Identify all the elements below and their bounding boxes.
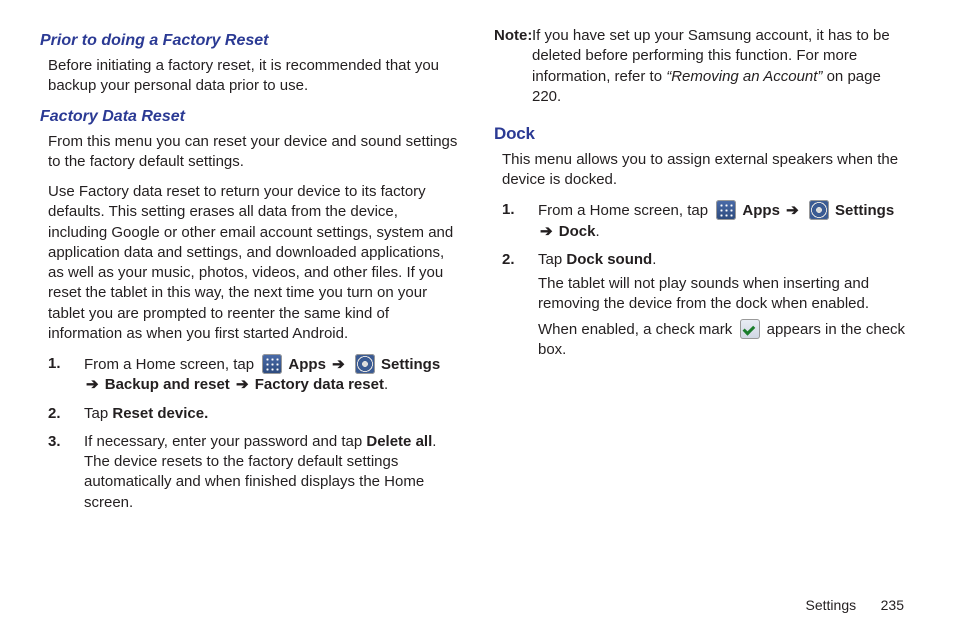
step-text-a: If necessary, enter your password and ta… (84, 433, 366, 450)
step-2: 2. Tap Reset device. (70, 404, 458, 424)
head-dock: Dock (494, 123, 912, 146)
note-label: Note: (494, 26, 532, 46)
arrow-icon: ➔ (234, 376, 251, 393)
step-number: 2. (48, 404, 61, 424)
step-1: 1. From a Home screen, tap Apps ➔ Settin… (524, 200, 912, 242)
checkmark-text-a: When enabled, a check mark (538, 321, 736, 338)
steps-left: 1. From a Home screen, tap Apps ➔ Settin… (40, 354, 458, 513)
body-prior-reset: Before initiating a factory reset, it is… (48, 56, 458, 97)
reset-device-label: Reset device. (112, 405, 208, 422)
step-3: 3. If necessary, enter your password and… (70, 432, 458, 513)
step-text: Tap (84, 405, 112, 422)
settings-label: Settings (381, 356, 440, 373)
checkmark-icon (740, 319, 760, 339)
body-factory-reset-1: From this menu you can reset your device… (48, 132, 458, 173)
right-column: Note: If you have set up your Samsung ac… (494, 26, 912, 596)
arrow-icon: ➔ (538, 223, 555, 240)
step-2: 2. Tap Dock sound. The tablet will not p… (524, 250, 912, 360)
step-1: 1. From a Home screen, tap Apps ➔ Settin… (70, 354, 458, 396)
apps-icon (716, 200, 736, 220)
dock-label: Dock (559, 223, 596, 240)
arrow-icon: ➔ (330, 356, 347, 373)
left-column: Prior to doing a Factory Reset Before in… (40, 26, 458, 596)
dock-sound-label: Dock sound (566, 251, 652, 268)
step-number: 1. (48, 354, 61, 374)
step-number: 2. (502, 250, 515, 270)
note-body: If you have set up your Samsung account,… (494, 26, 912, 107)
settings-label: Settings (835, 202, 894, 219)
step-number: 3. (48, 432, 61, 452)
subhead-factory-reset: Factory Data Reset (40, 106, 458, 128)
footer-section: Settings (806, 597, 857, 613)
footer-page-number: 235 (860, 596, 904, 615)
subhead-prior-reset: Prior to doing a Factory Reset (40, 30, 458, 52)
body-dock: This menu allows you to assign external … (502, 150, 912, 191)
step-number: 1. (502, 200, 515, 220)
apps-label: Apps (742, 202, 780, 219)
step-text: From a Home screen, tap (538, 202, 712, 219)
step-body-1: The tablet will not play sounds when ins… (538, 274, 912, 315)
apps-label: Apps (288, 356, 326, 373)
columns: Prior to doing a Factory Reset Before in… (40, 26, 914, 596)
factory-data-reset-label: Factory data reset (255, 376, 384, 393)
delete-all-label: Delete all (366, 433, 432, 450)
arrow-icon: ➔ (84, 376, 101, 393)
settings-icon (809, 200, 829, 220)
step-text: Tap (538, 251, 566, 268)
step-body-2: When enabled, a check mark appears in th… (538, 319, 912, 361)
settings-icon (355, 354, 375, 374)
footer: Settings 235 (40, 596, 914, 636)
note-ref-italic: “Removing an Account” (666, 68, 822, 85)
backup-reset-label: Backup and reset (105, 376, 230, 393)
page: Prior to doing a Factory Reset Before in… (0, 0, 954, 636)
note-block: Note: If you have set up your Samsung ac… (494, 26, 912, 107)
steps-right: 1. From a Home screen, tap Apps ➔ Settin… (494, 200, 912, 360)
arrow-icon: ➔ (784, 202, 801, 219)
step-text: From a Home screen, tap (84, 356, 258, 373)
body-factory-reset-2: Use Factory data reset to return your de… (48, 182, 458, 344)
apps-icon (262, 354, 282, 374)
